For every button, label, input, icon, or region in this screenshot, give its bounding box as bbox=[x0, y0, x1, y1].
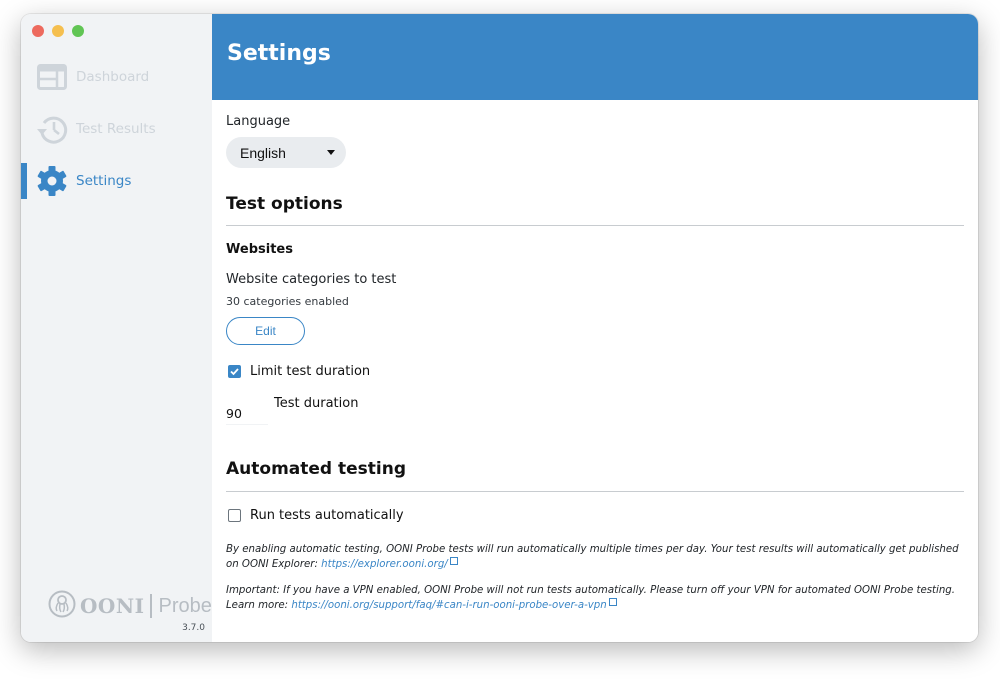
websites-subtitle: Websites bbox=[226, 242, 293, 257]
run-tests-automatically-checkbox[interactable]: Run tests automatically bbox=[228, 508, 404, 523]
language-select[interactable]: English bbox=[226, 137, 346, 168]
zoom-window-button[interactable] bbox=[72, 25, 84, 37]
dashboard-icon bbox=[36, 61, 68, 93]
history-icon bbox=[36, 113, 68, 145]
checkbox-checked-icon[interactable] bbox=[228, 365, 241, 378]
main-panel: Settings Language English Test options W… bbox=[212, 14, 978, 642]
close-window-button[interactable] bbox=[32, 25, 44, 37]
page-header: Settings bbox=[212, 14, 978, 100]
section-divider bbox=[226, 491, 964, 492]
limit-test-duration-label: Limit test duration bbox=[250, 364, 371, 379]
external-link-icon bbox=[449, 556, 458, 565]
vpn-faq-link[interactable]: https://ooni.org/support/faq/#can-i-run-… bbox=[291, 600, 606, 611]
brand-name: OONI bbox=[80, 594, 145, 618]
window-controls bbox=[32, 25, 84, 37]
sidebar-item-settings[interactable]: Settings bbox=[21, 161, 212, 201]
brand-product: Probe bbox=[158, 594, 212, 617]
language-label: Language bbox=[226, 114, 291, 129]
minimize-window-button[interactable] bbox=[52, 25, 64, 37]
section-title-test-options: Test options bbox=[226, 194, 343, 214]
test-duration-input[interactable] bbox=[226, 402, 268, 425]
ooni-probe-logo: OONI Probe bbox=[48, 590, 212, 622]
section-title-automated-testing: Automated testing bbox=[226, 459, 406, 479]
active-indicator bbox=[21, 163, 27, 199]
page-title: Settings bbox=[227, 41, 331, 66]
gear-icon bbox=[36, 165, 68, 197]
sidebar-item-dashboard[interactable]: Dashboard bbox=[21, 57, 212, 97]
vpn-warning: Important: If you have a VPN enabled, OO… bbox=[226, 584, 964, 613]
limit-test-duration-checkbox[interactable]: Limit test duration bbox=[228, 364, 370, 379]
brand-separator bbox=[150, 594, 153, 618]
categories-enabled-count: 30 categories enabled bbox=[226, 295, 349, 308]
external-link-icon bbox=[608, 597, 617, 606]
sidebar-item-label: Test Results bbox=[76, 121, 156, 137]
section-divider bbox=[226, 225, 964, 226]
run-tests-automatically-label: Run tests automatically bbox=[250, 508, 404, 523]
test-duration-label: Test duration bbox=[274, 396, 359, 411]
language-selected-value: English bbox=[240, 144, 286, 161]
caret-down-icon bbox=[327, 150, 335, 155]
checkbox-unchecked-icon[interactable] bbox=[228, 509, 241, 522]
sidebar-item-test-results[interactable]: Test Results bbox=[21, 109, 212, 149]
sidebar-item-label: Dashboard bbox=[76, 69, 150, 85]
edit-categories-button[interactable]: Edit bbox=[226, 317, 305, 345]
automatic-testing-info: By enabling automatic testing, OONI Prob… bbox=[226, 543, 964, 572]
website-categories-label: Website categories to test bbox=[226, 272, 397, 287]
octopus-icon bbox=[48, 590, 76, 622]
sidebar: Dashboard Test Results Settings OONI Pro… bbox=[21, 14, 212, 642]
sidebar-item-label: Settings bbox=[76, 173, 132, 189]
app-version: 3.7.0 bbox=[182, 623, 205, 633]
app-window: Dashboard Test Results Settings OONI Pro… bbox=[21, 14, 978, 642]
explorer-link[interactable]: https://explorer.ooni.org/ bbox=[321, 559, 448, 570]
